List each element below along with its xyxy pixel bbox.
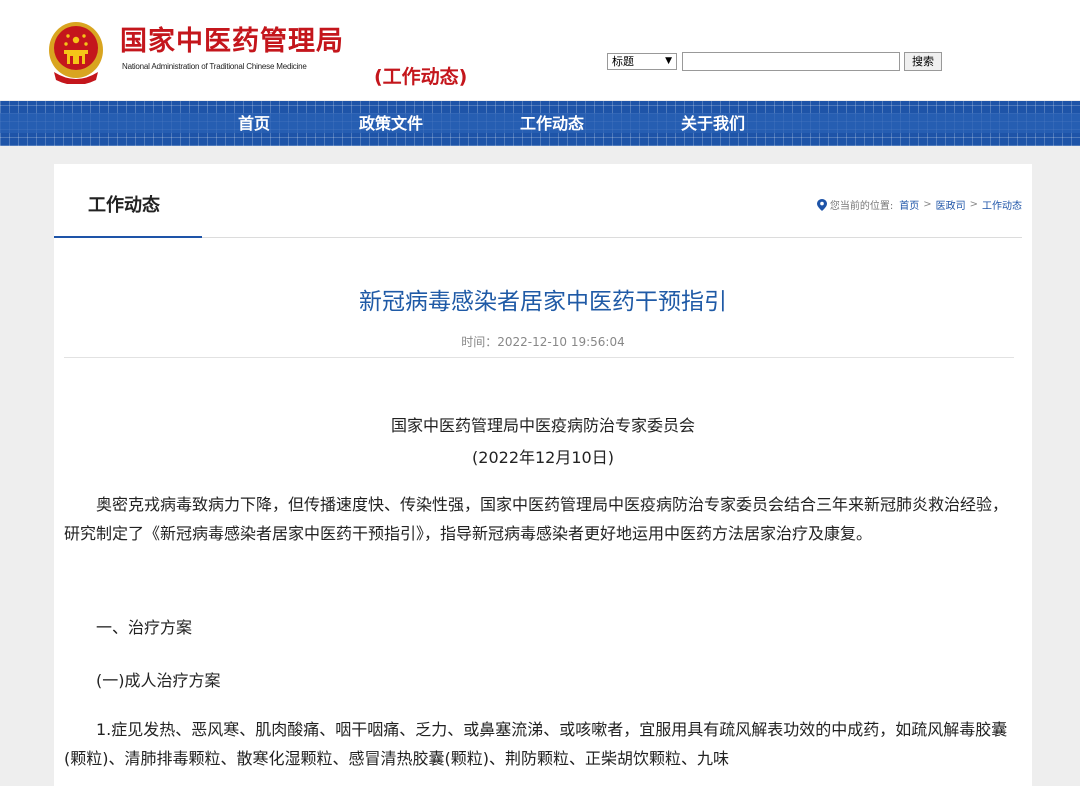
breadcrumb: 您当前的位置: 首页 > 医政司 > 工作动态	[816, 197, 1022, 212]
article-title: 新冠病毒感染者居家中医药干预指引	[359, 289, 727, 315]
search-button[interactable]: 搜索	[904, 52, 942, 71]
site-name-en: National Administration of Traditional C…	[122, 62, 307, 71]
article-paragraph: 1.症见发热、恶风寒、肌肉酸痛、咽干咽痛、乏力、或鼻塞流涕、或咳嗽者，宜服用具有…	[64, 720, 1008, 768]
article-subheading: (一)成人治疗方案	[96, 671, 221, 690]
chevron-down-icon: ▼	[665, 56, 672, 66]
content-panel: 工作动态 您当前的位置: 首页 > 医政司 > 工作动态 新冠病毒感染者居家中医…	[54, 164, 1032, 786]
title-underline	[54, 236, 202, 238]
article-org: 国家中医药管理局中医疫病防治专家委员会	[390, 416, 695, 435]
breadcrumb-medical-dept[interactable]: 医政司	[936, 197, 966, 212]
article-divider	[64, 357, 1014, 358]
breadcrumb-separator: >	[923, 199, 932, 210]
breadcrumb-home[interactable]: 首页	[899, 197, 919, 212]
nav-item-policy[interactable]: 政策文件	[359, 113, 423, 135]
breadcrumb-separator: >	[969, 199, 978, 210]
breadcrumb-prefix: 您当前的位置:	[829, 201, 894, 212]
location-pin-icon	[816, 198, 827, 211]
panel-divider	[202, 237, 1022, 238]
section-label: (工作动态)	[374, 66, 468, 88]
breadcrumb-work-news[interactable]: 工作动态	[982, 197, 1022, 212]
nav-item-home[interactable]: 首页	[238, 113, 270, 135]
nav-item-about[interactable]: 关于我们	[681, 113, 745, 135]
article-paragraph: 奥密克戎病毒致病力下降，但传播速度快、传染性强，国家中医药管理局中医疫病防治专家…	[64, 495, 1009, 543]
article-time: 时间：2022-12-10 19:56:04	[461, 335, 625, 349]
site-name[interactable]: 国家中医药管理局	[120, 26, 344, 58]
article-date: (2022年12月10日)	[472, 448, 614, 467]
search-input[interactable]	[682, 52, 900, 71]
nav-item-work-news[interactable]: 工作动态	[520, 113, 584, 135]
search-scope-select[interactable]: 标题 ▼	[607, 53, 677, 70]
national-emblem-icon	[49, 22, 103, 84]
site-header: 国家中医药管理局 National Administration of Trad…	[0, 0, 1080, 100]
panel-title: 工作动态	[88, 195, 160, 216]
search-scope-value: 标题	[612, 55, 634, 68]
article-heading: 一、治疗方案	[96, 618, 193, 637]
